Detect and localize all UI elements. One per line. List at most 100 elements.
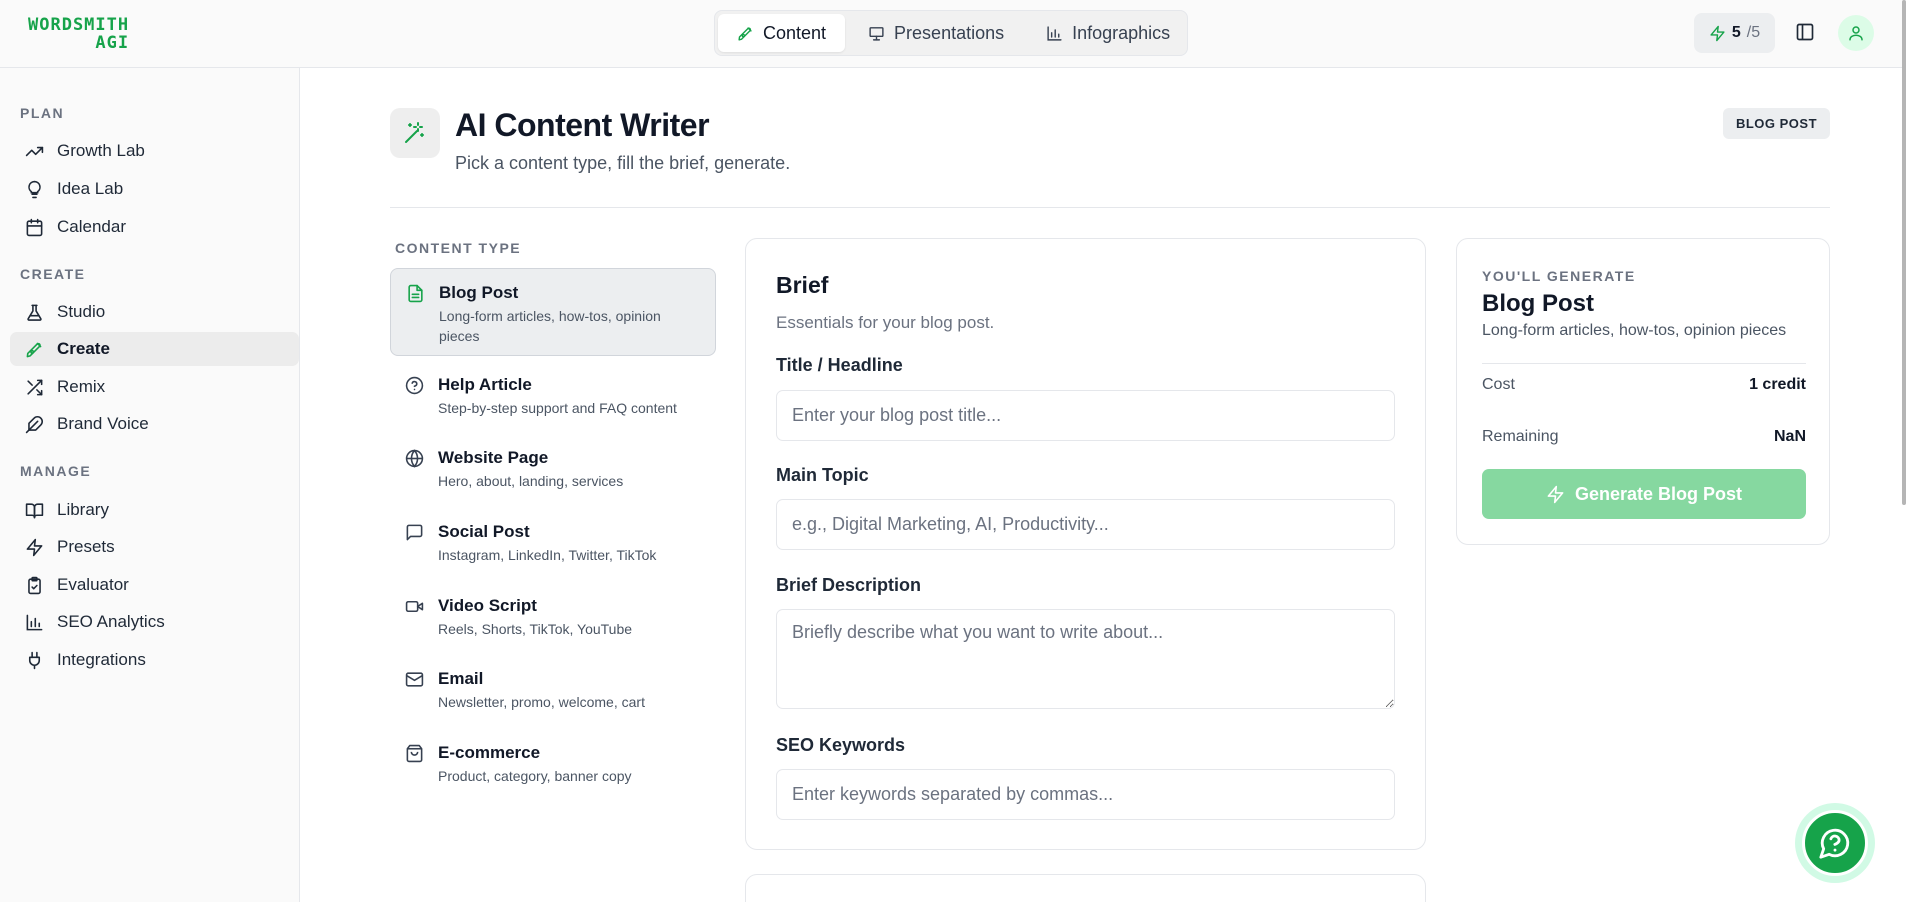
sidebar-item-label: Integrations [57, 650, 146, 669]
bar-chart-icon [25, 613, 44, 632]
brief-title: Brief [776, 272, 829, 298]
tab-presentations-label: Presentations [894, 22, 1005, 43]
keywords-field-label: SEO Keywords [776, 735, 906, 755]
title-field-label: Title / Headline [776, 355, 903, 375]
cost-label: Cost [1482, 376, 1515, 393]
clipboard-check-icon [25, 576, 44, 595]
sidebar-item-library[interactable]: Library [10, 493, 299, 527]
content-type-desc: Newsletter, promo, welcome, cart [438, 694, 645, 710]
globe-icon [405, 449, 424, 468]
cost-row: Cost 1 credit [1482, 376, 1806, 394]
content-type-heading: CONTENT TYPE [395, 240, 522, 256]
sidebar-toggle-button[interactable] [1795, 22, 1815, 42]
generate-summary-card: YOU'LL GENERATE Blog Post Long-form arti… [1456, 238, 1830, 545]
file-text-icon [406, 284, 425, 303]
brand-line-1: WORDSMITH [28, 15, 130, 35]
sidebar-item-studio[interactable]: Studio [10, 295, 299, 329]
tab-content-label: Content [763, 22, 827, 43]
content-type-ecommerce[interactable]: E-commerce Product, category, banner cop… [390, 729, 716, 800]
brand-logo[interactable]: WORDSMITH AGI [28, 16, 129, 52]
tab-presentations[interactable]: Presentations [849, 14, 1023, 52]
zap-icon [1546, 485, 1565, 504]
summary-title: Blog Post [1482, 290, 1594, 317]
sidebar-item-label: Studio [57, 302, 106, 321]
header-divider [390, 207, 1830, 208]
sidebar-item-label: Library [57, 500, 109, 519]
content-type-social-post[interactable]: Social Post Instagram, LinkedIn, Twitter… [390, 508, 716, 579]
credits-counter[interactable]: 5 /5 [1694, 13, 1775, 53]
sidebar-item-idea-lab[interactable]: Idea Lab [10, 172, 299, 206]
sidebar-item-seo-analytics[interactable]: SEO Analytics [10, 605, 299, 639]
page-title: AI Content Writer [455, 107, 710, 143]
sidebar-item-label: Remix [57, 377, 106, 396]
book-open-icon [25, 501, 44, 520]
sidebar-section-manage: MANAGE [20, 463, 92, 479]
content-type-video-script[interactable]: Video Script Reels, Shorts, TikTok, YouT… [390, 582, 716, 653]
cost-value: 1 credit [1749, 376, 1806, 393]
content-type-name: Blog Post [439, 283, 519, 302]
remaining-row: Remaining NaN [1482, 428, 1806, 446]
tab-content[interactable]: Content [718, 14, 846, 52]
sidebar-item-presets[interactable]: Presets [10, 530, 299, 564]
sidebar-item-evaluator[interactable]: Evaluator [10, 568, 299, 602]
content-type-desc: Reels, Shorts, TikTok, YouTube [438, 621, 633, 637]
description-textarea[interactable] [776, 609, 1395, 709]
generate-button[interactable]: Generate Blog Post [1482, 469, 1806, 519]
generate-button-label: Generate Blog Post [1574, 483, 1743, 504]
sidebar-item-label: SEO Analytics [57, 612, 165, 631]
content-type-desc: Product, category, banner copy [438, 768, 632, 784]
sidebar-item-label: Presets [57, 537, 115, 556]
help-chat-button[interactable] [1795, 803, 1875, 883]
summary-label: YOU'LL GENERATE [1482, 268, 1636, 284]
brief-card: Brief Essentials for your blog post. Tit… [745, 238, 1426, 850]
feather-icon [25, 415, 44, 434]
sidebar-item-growth-lab[interactable]: Growth Lab [10, 134, 299, 168]
magic-wand-icon [390, 108, 440, 158]
content-type-desc: Hero, about, landing, services [438, 473, 624, 489]
sidebar-item-brand-voice[interactable]: Brand Voice [10, 407, 299, 441]
shopping-bag-icon [405, 744, 424, 763]
description-field-label: Brief Description [776, 575, 922, 595]
content-type-name: Website Page [438, 448, 549, 467]
content-type-desc: Long-form articles, how-tos, opinion pie… [439, 308, 661, 344]
content-type-blog-post[interactable]: Blog Post Long-form articles, how-tos, o… [390, 268, 716, 356]
content-type-name: Help Article [438, 375, 532, 394]
user-avatar-button[interactable] [1838, 15, 1874, 51]
topic-field-label: Main Topic [776, 465, 869, 485]
topic-input[interactable] [776, 499, 1395, 550]
help-circle-icon [405, 376, 424, 395]
keywords-input[interactable] [776, 769, 1395, 820]
tab-infographics-label: Infographics [1072, 22, 1171, 43]
content-type-email[interactable]: Email Newsletter, promo, welcome, cart [390, 655, 716, 726]
video-icon [405, 597, 424, 616]
user-icon [1847, 24, 1865, 42]
options-card [745, 874, 1426, 902]
content-type-name: E-commerce [438, 743, 541, 762]
page-subtitle: Pick a content type, fill the brief, gen… [455, 153, 791, 173]
title-input[interactable] [776, 390, 1395, 441]
page-scrollbar[interactable] [1902, 0, 1906, 505]
remaining-value: NaN [1773, 428, 1806, 445]
content-type-help-article[interactable]: Help Article Step-by-step support and FA… [390, 361, 716, 432]
content-type-desc: Instagram, LinkedIn, Twitter, TikTok [438, 547, 657, 563]
sidebar-item-remix[interactable]: Remix [10, 370, 299, 404]
sidebar-section-create: CREATE [20, 266, 86, 282]
sidebar: PLAN Growth Lab Idea Lab Calendar CREATE… [0, 68, 300, 902]
content-type-badge: BLOG POST [1723, 108, 1830, 139]
zap-icon [25, 538, 44, 557]
pen-nib-icon [25, 340, 44, 359]
sidebar-item-integrations[interactable]: Integrations [10, 643, 299, 677]
bar-chart-icon [1046, 25, 1063, 42]
help-chat-inner [1802, 810, 1868, 876]
content-type-name: Email [438, 669, 484, 688]
sidebar-item-create[interactable]: Create [10, 332, 299, 366]
summary-description: Long-form articles, how-tos, opinion pie… [1482, 322, 1787, 339]
tab-infographics[interactable]: Infographics [1027, 14, 1189, 52]
plug-icon [25, 651, 44, 670]
content-type-website-page[interactable]: Website Page Hero, about, landing, servi… [390, 434, 716, 505]
sidebar-item-calendar[interactable]: Calendar [10, 210, 299, 244]
content-type-desc: Step-by-step support and FAQ content [438, 400, 677, 416]
brief-subtitle: Essentials for your blog post. [776, 313, 995, 332]
zap-icon [1709, 25, 1726, 42]
sidebar-item-label: Growth Lab [57, 141, 145, 160]
